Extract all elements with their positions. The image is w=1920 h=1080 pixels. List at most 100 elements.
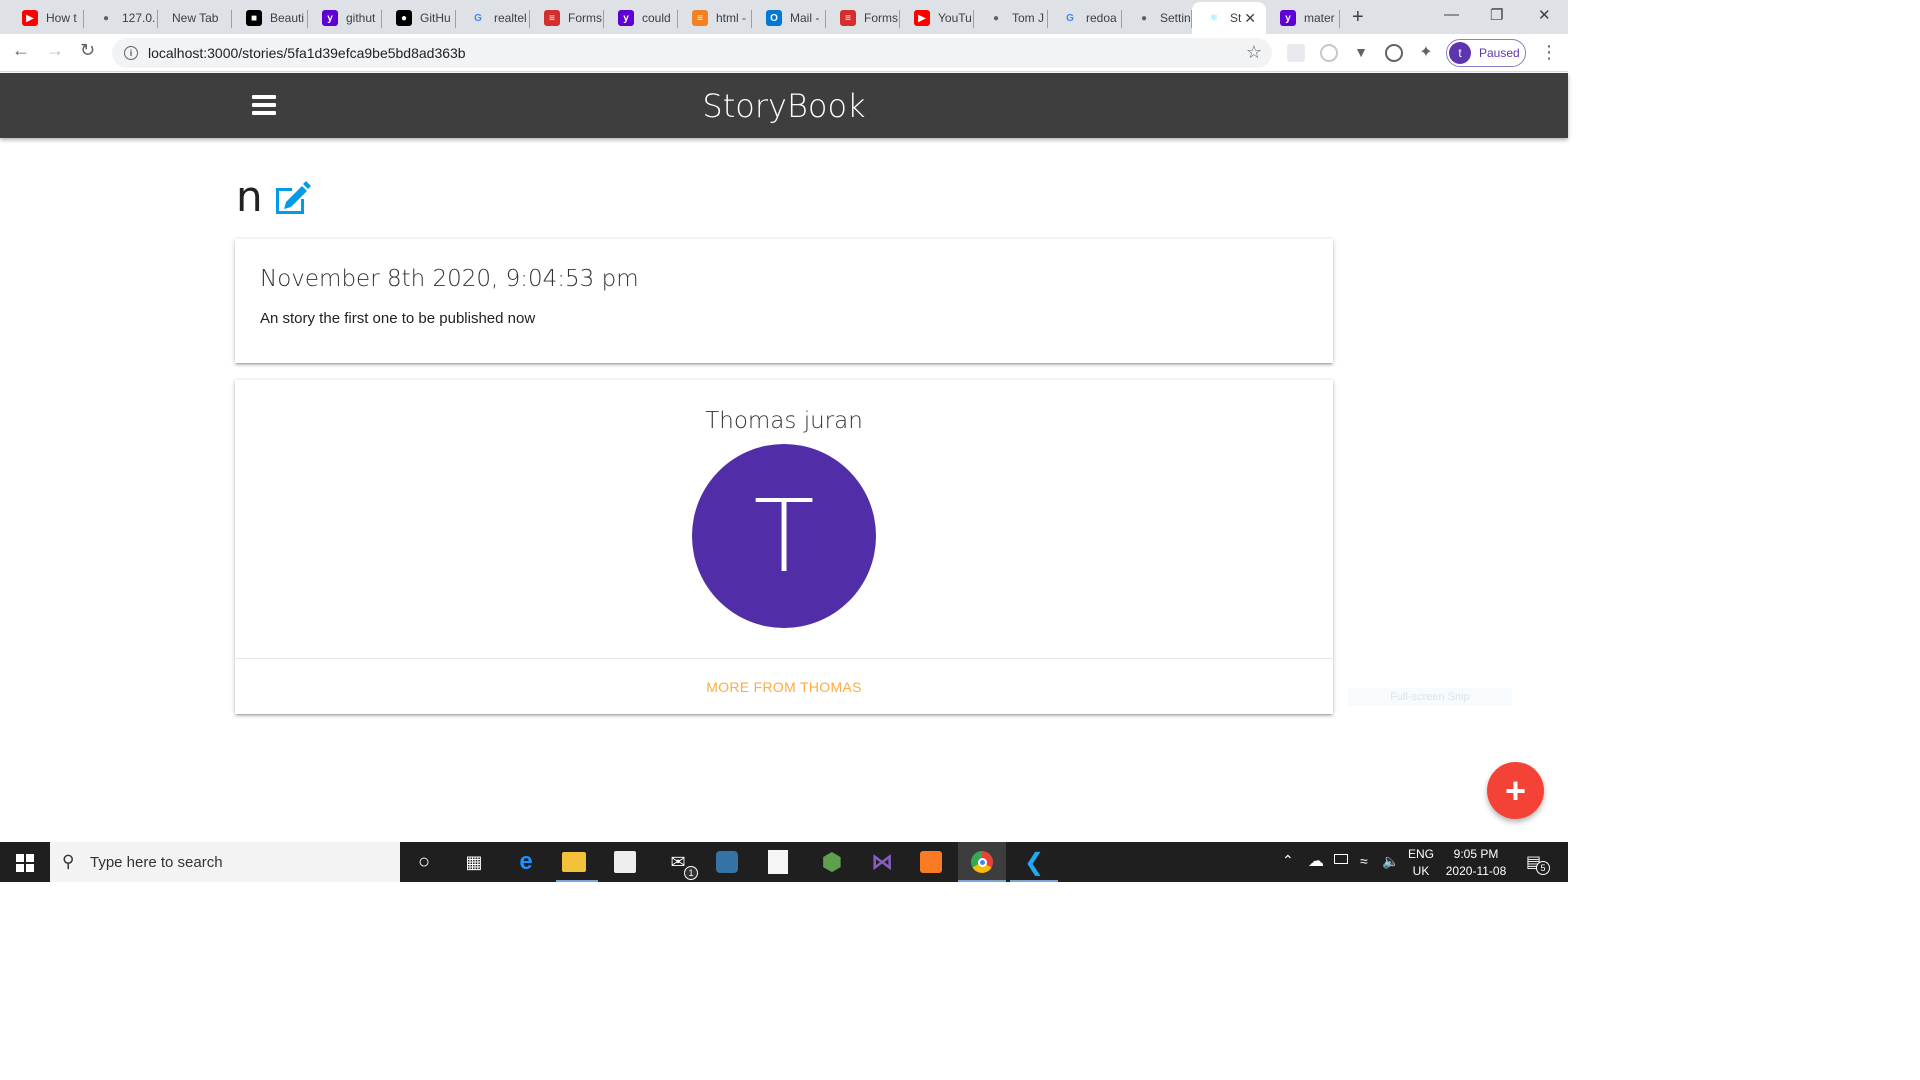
new-tab-button[interactable]: + <box>1352 6 1364 29</box>
battery-icon[interactable] <box>1334 854 1348 864</box>
tray-chevron-icon[interactable]: ⌃ <box>1282 852 1294 869</box>
edit-icon[interactable] <box>272 180 312 216</box>
extension-icon[interactable] <box>1287 44 1305 62</box>
stackoverflow-icon: ≡ <box>692 10 708 26</box>
wifi-icon[interactable]: ≈ <box>1360 853 1368 869</box>
puzzle-icon[interactable]: ✦ <box>1417 44 1435 62</box>
browser-tab[interactable]: ● Tom J <box>974 2 1048 34</box>
browser-tab[interactable]: Grealtel <box>456 2 530 34</box>
language-indicator[interactable]: ENG UK <box>1404 846 1438 880</box>
xampp-icon[interactable] <box>920 851 942 873</box>
browser-tab-strip: ▶ How t ● 127.0. New Tab ■ Beauti y githut ● GitHu… <box>0 0 1568 34</box>
back-icon[interactable]: ← <box>12 40 30 61</box>
search-icon: ⚲ <box>62 852 75 871</box>
python-file-icon[interactable] <box>768 850 788 874</box>
close-window-icon[interactable]: ✕ <box>1538 6 1551 24</box>
brand-logo[interactable]: StoryBook <box>0 87 1568 125</box>
story-date: November 8th 2020, 9:04:53 pm <box>260 266 639 292</box>
reload-icon[interactable]: ↻ <box>80 40 95 61</box>
browser-tab[interactable]: ■ Beauti <box>232 2 308 34</box>
browser-tab[interactable]: New Tab <box>158 2 232 34</box>
forward-icon[interactable]: → <box>46 40 64 61</box>
profile-button[interactable]: t Paused <box>1446 39 1526 67</box>
minimize-icon[interactable]: — <box>1444 6 1459 23</box>
author-card: Thomas juran T MORE FROM THOMAS <box>235 380 1333 714</box>
edge-icon[interactable]: e <box>512 848 540 876</box>
file-explorer-icon[interactable] <box>562 852 586 872</box>
tab-title: Forms <box>568 11 602 25</box>
tab-title: New Tab <box>172 11 219 25</box>
outlook-icon: O <box>766 10 782 26</box>
author-name: Thomas juran <box>705 408 863 434</box>
visual-studio-icon[interactable]: ⋈ <box>868 848 896 876</box>
add-story-button[interactable]: + <box>1487 762 1544 819</box>
windows-start-icon[interactable] <box>16 854 34 872</box>
tab-title: GitHu <box>420 11 451 25</box>
browser-tab[interactable]: ● 127.0. <box>84 2 158 34</box>
browser-tab[interactable]: O Mail - <box>752 2 826 34</box>
bookmark-star-icon[interactable]: ☆ <box>1246 42 1262 63</box>
vscode-icon[interactable]: ❮ <box>1020 848 1048 876</box>
browser-tab[interactable]: ▶ YouTu <box>900 2 974 34</box>
notifications-icon[interactable]: ▤ 5 <box>1526 852 1550 875</box>
extension-icon[interactable] <box>1385 44 1403 62</box>
taskbar-search-placeholder: Type here to search <box>90 853 223 871</box>
unsplash-icon: ■ <box>246 10 262 26</box>
tab-separator <box>1339 10 1340 28</box>
youtube-icon: ▶ <box>914 10 930 26</box>
yahoo-icon: y <box>322 10 338 26</box>
onedrive-icon[interactable]: ☁ <box>1308 851 1324 871</box>
menu-kebab-icon[interactable]: ⋮ <box>1540 42 1558 63</box>
story-card: November 8th 2020, 9:04:53 pm An story t… <box>235 239 1333 363</box>
browser-tab[interactable]: y mater <box>1266 2 1340 34</box>
python-icon[interactable] <box>716 851 738 873</box>
volume-icon[interactable]: 🔈 <box>1382 853 1399 870</box>
restore-icon[interactable]: ❐ <box>1490 6 1503 24</box>
browser-tab[interactable]: y githut <box>308 2 382 34</box>
active-indicator <box>556 880 598 882</box>
tab-title: Tom J <box>1012 11 1045 25</box>
tab-title: realtel <box>494 11 527 25</box>
task-view-icon[interactable]: ▦ <box>460 848 488 876</box>
clock-date: 2020-11-08 <box>1445 864 1507 878</box>
vue-devtools-icon[interactable]: ▼ <box>1352 44 1370 62</box>
browser-tab[interactable]: ≡ Forms <box>826 2 900 34</box>
browser-tab[interactable]: ▶ How t <box>8 2 84 34</box>
browser-tab[interactable]: ⚛ St ✕ <box>1192 2 1266 34</box>
cortana-icon[interactable]: ○ <box>410 848 438 876</box>
tab-title: githut <box>346 11 376 25</box>
app-navbar: StoryBook <box>0 73 1568 138</box>
tab-title: How t <box>46 11 77 25</box>
tab-title: Mail - <box>790 11 820 25</box>
browser-tab[interactable]: ≡ Forms <box>530 2 604 34</box>
notification-count: 5 <box>1536 861 1550 875</box>
tab-title: redoa <box>1086 11 1117 25</box>
address-bar[interactable]: i localhost:3000/stories/5fa1d39efca9be5… <box>112 38 1272 68</box>
github-icon: ● <box>396 10 412 26</box>
clock[interactable]: 9:05 PM 2020-11-08 <box>1440 846 1512 880</box>
author-avatar: T <box>692 444 876 628</box>
chrome-taskbar-button[interactable] <box>958 842 1006 882</box>
browser-tab[interactable]: ≡ html - <box>678 2 752 34</box>
active-indicator <box>958 880 1006 882</box>
site-info-icon[interactable]: i <box>124 46 138 60</box>
browser-tab[interactable]: y could <box>604 2 678 34</box>
close-tab-icon[interactable]: ✕ <box>1244 10 1256 27</box>
extension-icon[interactable] <box>1320 44 1338 62</box>
tab-title: 127.0. <box>122 11 156 25</box>
tab-title: St <box>1230 11 1242 25</box>
taskbar-search[interactable]: ⚲ Type here to search <box>50 842 400 882</box>
browser-tab[interactable]: Gredoa <box>1048 2 1122 34</box>
story-title: n <box>236 172 263 221</box>
mail-badge: 1 <box>684 866 698 880</box>
mail-icon[interactable]: ✉ 1 <box>664 848 698 880</box>
google-icon: G <box>1066 12 1074 24</box>
nodejs-icon[interactable]: ⬢ <box>818 848 846 876</box>
forms-icon: ≡ <box>840 10 856 26</box>
tab-title: could <box>642 11 671 25</box>
tab-title: YouTu <box>938 11 972 25</box>
store-icon[interactable] <box>614 851 636 873</box>
more-from-author-link[interactable]: MORE FROM THOMAS <box>235 658 1333 714</box>
browser-tab[interactable]: ● Settin <box>1122 2 1192 34</box>
browser-tab[interactable]: ● GitHu <box>382 2 456 34</box>
